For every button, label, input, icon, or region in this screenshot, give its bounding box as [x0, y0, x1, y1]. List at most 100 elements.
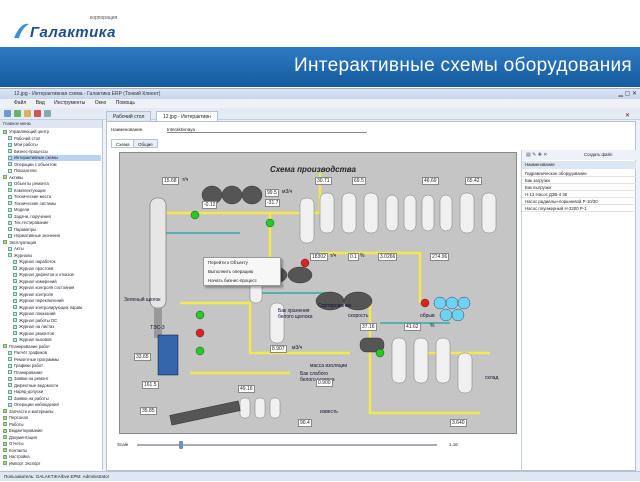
tree-item[interactable]: Мои работы — [8, 142, 101, 148]
create-file-button[interactable]: Создать файл — [584, 152, 612, 157]
objects-panel: ▤ ✎ ✚ ✕ Создать файл Наименование Гидрав… — [521, 150, 636, 470]
tree-item[interactable]: Журнал наработок — [13, 259, 101, 265]
object-row[interactable]: Гидравлическое оборудование — [522, 170, 636, 177]
tree-item[interactable]: Бюджетирование — [3, 428, 101, 434]
tree-item[interactable]: Нормативные значения — [8, 233, 101, 239]
tree-item[interactable]: Журнал измерений — [13, 279, 101, 285]
tree-item[interactable]: Показатели — [8, 168, 101, 174]
refresh-icon[interactable] — [44, 110, 51, 117]
tree-item-label: Журнал контролирующих парам. — [19, 304, 84, 310]
object-row[interactable]: Бак загрузки — [522, 177, 636, 184]
tree-item[interactable]: Операции наблюдения — [8, 402, 101, 408]
tree-item-label: Модели — [14, 207, 30, 212]
tree-item-label: Бюджетирование — [9, 428, 43, 433]
menu-go-to-object[interactable]: Перейти к Объекту — [208, 260, 248, 265]
menu-file[interactable]: Файл — [14, 100, 26, 106]
production-diagram[interactable]: Схема производства Зеленый щелок ТЭС-3 С… — [119, 152, 517, 434]
tree-item[interactable]: Журнал дефектов и отказов — [13, 272, 101, 278]
folder-icon — [3, 344, 7, 349]
tree-item[interactable]: Журнал на листах — [13, 324, 101, 330]
tab-schema-view[interactable]: Схема — [111, 139, 135, 148]
tree-item[interactable]: Работы — [3, 422, 101, 428]
tree-item[interactable]: Персонал — [3, 415, 101, 421]
tree-item[interactable]: Импорт Экспорт — [3, 461, 101, 467]
tree-item[interactable]: Планирование — [8, 370, 101, 376]
document-icon — [13, 324, 17, 329]
tree-item[interactable]: Настройка — [3, 454, 101, 460]
tree-item[interactable]: Операции с объектом — [8, 162, 101, 168]
sorting-label: Сортирование — [318, 303, 352, 309]
tree-item[interactable]: Управляющий центр — [3, 129, 101, 135]
value-readout: 3.0266 — [378, 253, 398, 261]
tree-item[interactable]: Журнал контролирующих парам. — [13, 305, 101, 311]
forward-icon[interactable] — [14, 110, 21, 117]
back-icon[interactable] — [4, 110, 11, 117]
tree-item[interactable]: Отчеты — [3, 441, 101, 447]
tree-item[interactable]: Объекты ремонта — [8, 181, 101, 187]
tree-item[interactable]: Журнал показаний — [13, 311, 101, 317]
menu-bar: Файл Вид Инструменты Окно Помощь — [0, 99, 640, 108]
tree-item[interactable]: Задачи, поручения — [8, 214, 101, 220]
tree-item[interactable]: Эксплуатация — [3, 240, 101, 246]
tree-item[interactable]: Журнал контроля состояния — [13, 285, 101, 291]
menu-run-operation[interactable]: Выполнить операцию — [208, 269, 253, 274]
tree-item[interactable]: Графики работ — [8, 363, 101, 369]
document-icon — [8, 253, 12, 258]
tree-item[interactable]: Интерактивные схемы — [8, 155, 101, 161]
tree-item[interactable]: Журнал ремонтов — [13, 331, 101, 337]
tree-item[interactable]: Технические системы — [8, 201, 101, 207]
tes3-label: ТЭС-3 — [150, 325, 165, 331]
tree-item[interactable]: Акты — [8, 246, 101, 252]
tree-item[interactable]: Контакты — [3, 448, 101, 454]
menu-window[interactable]: Окно — [95, 100, 107, 106]
tree-item[interactable]: Планирование работ — [3, 344, 101, 350]
scale-slider-thumb[interactable] — [179, 441, 183, 449]
name-field[interactable]: Interaktivnaya — [167, 127, 367, 133]
tree-item[interactable]: Журналы — [8, 253, 101, 259]
tree-item[interactable]: Заявки на работы — [8, 396, 101, 402]
object-row[interactable]: Бак выгрузки — [522, 184, 636, 191]
menu-start-process[interactable]: Начать бизнес-процесс — [208, 278, 257, 283]
tree-item[interactable]: Рабочий стол — [8, 136, 101, 142]
object-row[interactable]: Н-13 Насос ДЗВ-4 35 — [522, 191, 636, 198]
tree-item[interactable]: Журнал простоев — [13, 266, 101, 272]
tree-item-label: Дефектные ведомости — [14, 382, 59, 388]
stop-icon[interactable] — [34, 110, 41, 117]
menu-help[interactable]: Помощь — [116, 100, 135, 106]
tree-item[interactable]: Журнал работы ОС — [13, 318, 101, 324]
folder-icon — [3, 435, 7, 440]
tree-item[interactable]: Модели — [8, 207, 101, 213]
tree-item[interactable]: Журнал переключений — [13, 298, 101, 304]
object-row[interactable]: Насос радиальн-поршневой Р-10/30 — [522, 198, 636, 205]
tree-item-label: Мои работы — [14, 142, 38, 147]
tree-item-label: Планирование работ — [9, 343, 50, 349]
tree-item[interactable]: Дефектные ведомости — [8, 383, 101, 389]
objects-header: Наименование — [522, 161, 636, 169]
tree-item-label: Активы — [9, 174, 24, 180]
tree-item[interactable]: Бизнес-процессы — [8, 149, 101, 155]
tab-schema[interactable]: 12.jpg - Интерактивн — [156, 111, 218, 121]
tab-desktop[interactable]: Рабочий стол — [106, 111, 152, 121]
tree-item[interactable]: Технические места — [8, 194, 101, 200]
menu-view[interactable]: Вид — [36, 100, 45, 106]
home-icon[interactable] — [24, 110, 31, 117]
tree-item[interactable]: Журнал вызовов — [13, 337, 101, 343]
tree-item[interactable]: Тех.тестирование — [8, 220, 101, 226]
tree-item[interactable]: Активы — [3, 175, 101, 181]
tree-item[interactable]: Ремонтные программы — [8, 357, 101, 363]
tree-item[interactable]: Расчёт графиков — [8, 350, 101, 356]
tree-item[interactable]: Документация — [3, 435, 101, 441]
window-controls[interactable]: ▁ ▢ ✕ — [618, 90, 637, 97]
tree-item[interactable]: Журнал контроля — [13, 292, 101, 298]
object-row[interactable]: Насос плунжерный Н-3200 Р-1 — [522, 205, 636, 212]
close-tab-icon[interactable]: ✕ — [625, 112, 630, 119]
panel-tool-icons[interactable]: ▤ ✎ ✚ ✕ — [526, 152, 547, 158]
menu-tools[interactable]: Инструменты — [54, 100, 85, 106]
tree-item-label: Управляющий центр — [9, 129, 49, 134]
tab-general[interactable]: Общие — [133, 139, 158, 148]
tree-item[interactable]: Параметры — [8, 227, 101, 233]
tree-item[interactable]: Наряд-допуски — [8, 389, 101, 395]
tree-item[interactable]: Комплектующие — [8, 188, 101, 194]
tree-item[interactable]: Запчасти и материалы — [3, 409, 101, 415]
tree-item[interactable]: Заявки на ремонт — [8, 376, 101, 382]
